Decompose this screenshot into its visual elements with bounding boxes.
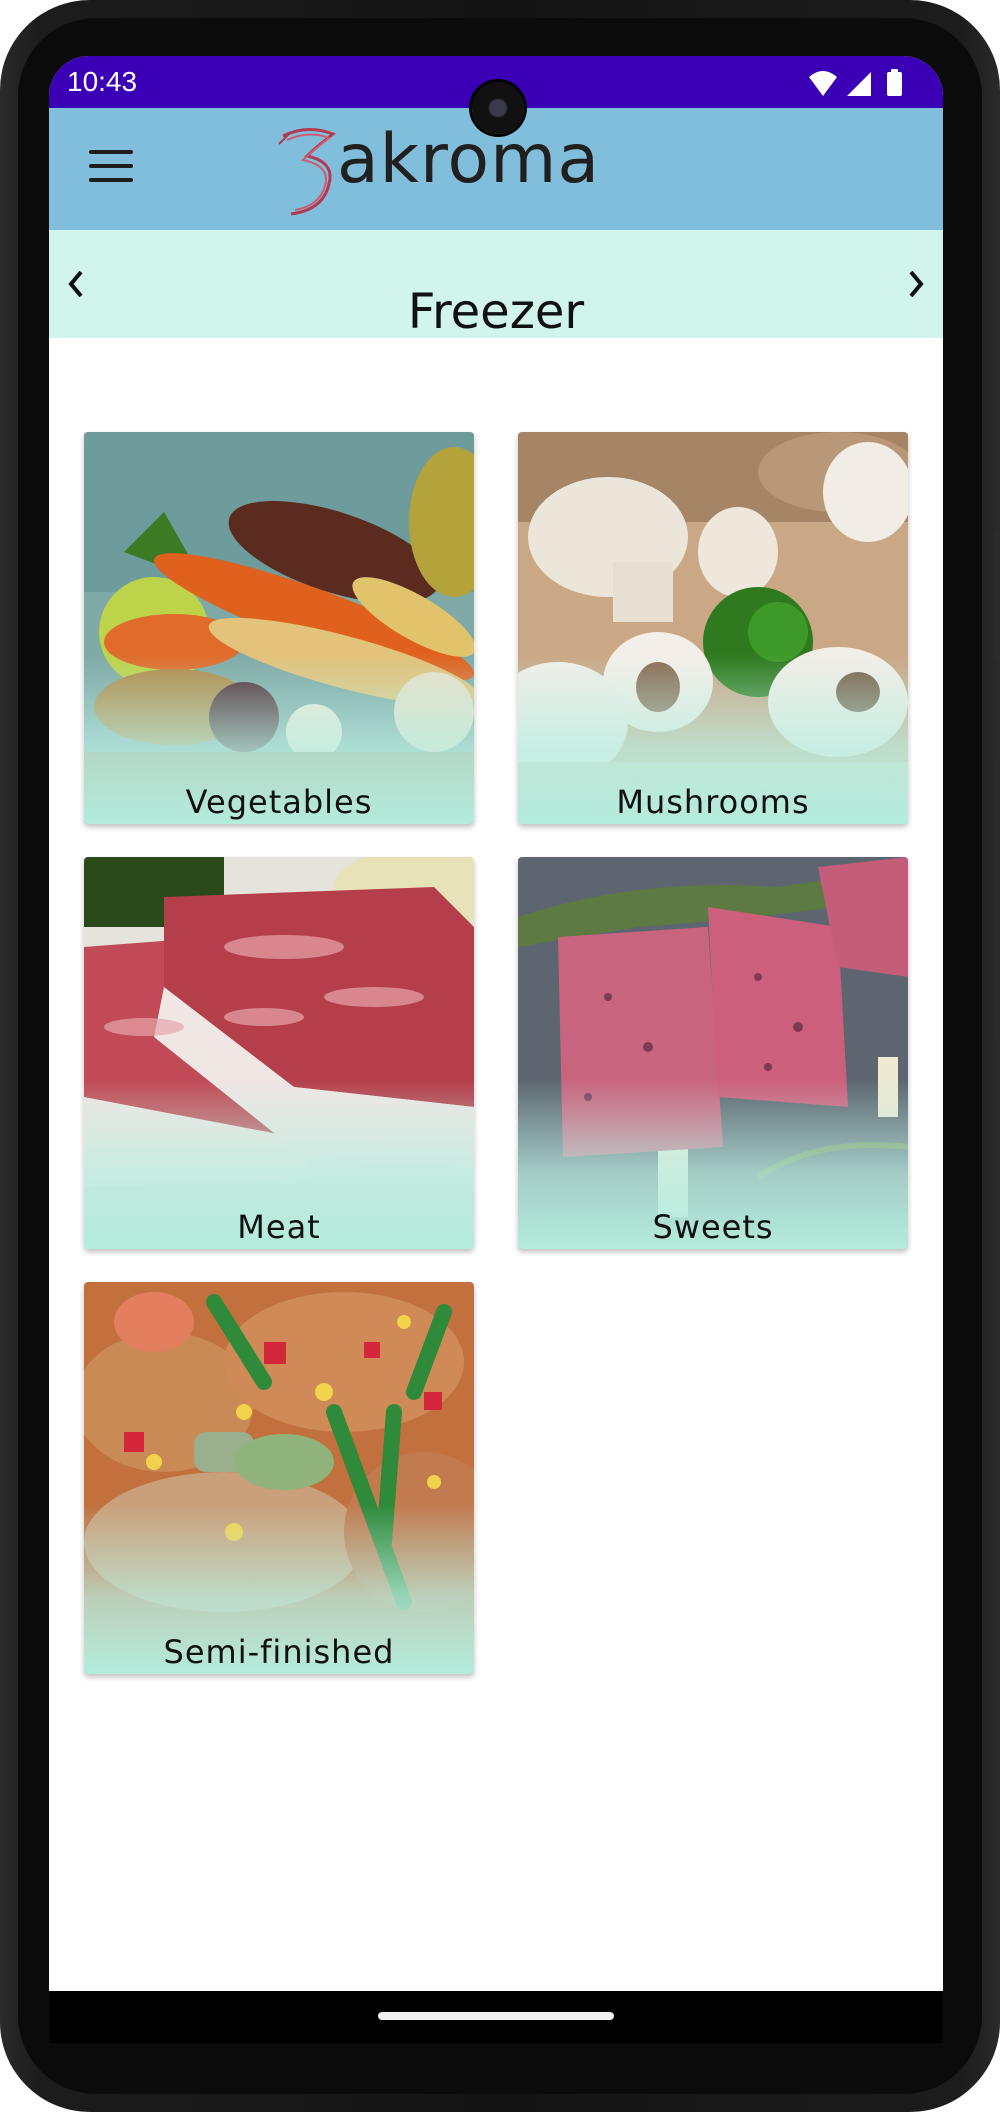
battery-icon [887, 69, 902, 96]
card-label: Sweets [652, 1208, 774, 1246]
home-indicator[interactable] [378, 2012, 614, 2020]
category-title: Freezer [407, 284, 585, 340]
power-button [994, 530, 1000, 660]
card-label: Vegetables [185, 783, 373, 821]
signal-icon [847, 72, 871, 96]
front-camera [472, 82, 524, 134]
card-label: Mushrooms [616, 783, 810, 821]
status-icons [807, 68, 917, 98]
app-screen: 10:43 akroma Freezer Vegetables Mushroom… [49, 56, 943, 2040]
category-card-vegetables[interactable]: Vegetables [84, 432, 474, 824]
card-label: Meat [237, 1208, 321, 1246]
category-card-mushrooms[interactable]: Mushrooms [518, 432, 908, 824]
category-card-sweets[interactable]: Sweets [518, 857, 908, 1249]
brand-name: akroma [337, 120, 601, 199]
category-card-meat[interactable]: Meat [84, 857, 474, 1249]
chevron-right-icon[interactable] [901, 264, 931, 304]
volume-button [994, 760, 1000, 1040]
status-time: 10:43 [67, 66, 138, 97]
category-header: Freezer [49, 230, 943, 340]
card-label: Semi-finished [163, 1633, 395, 1671]
hamburger-menu-icon[interactable] [89, 150, 133, 186]
category-card-semi-finished[interactable]: Semi-finished [84, 1282, 474, 1674]
wifi-icon [809, 71, 837, 96]
